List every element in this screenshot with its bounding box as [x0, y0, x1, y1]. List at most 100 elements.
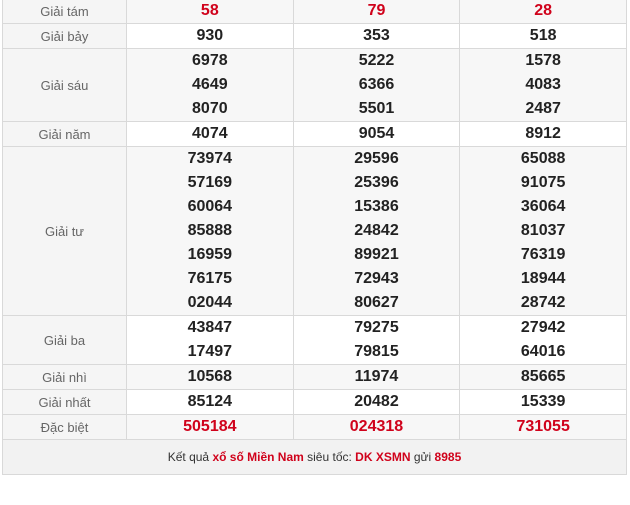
- footer-sms-number: 8985: [434, 450, 462, 464]
- prize-number: 36064: [520, 198, 566, 215]
- prize-number: 79275: [354, 319, 399, 336]
- prize-cell: 9054: [292, 121, 461, 147]
- prize-label: Giải tám: [2, 0, 127, 24]
- results-body: Giải tám 58 79 28 Giải bảy 930 353 518 Giải sáu 6…: [2, 0, 627, 440]
- footer-row: Kết quả xổ số Miền Nam siêu tốc: DK XSMN…: [2, 439, 627, 475]
- prize-number: 17497: [187, 343, 233, 360]
- prize-number: 28: [534, 2, 553, 19]
- prize-number: 731055: [516, 418, 570, 435]
- prize-cell: 8912: [459, 121, 627, 147]
- prize-cell: 27942 64016: [459, 315, 627, 365]
- prize-number: 4083: [525, 76, 561, 93]
- prize-cell: 505184: [126, 414, 294, 440]
- prize-number: 10568: [187, 368, 233, 385]
- prize-cell: 29596 25396 15386 24842 89921 72943 80627: [292, 146, 461, 316]
- prize-row: Giải bảy 930 353 518: [2, 23, 627, 49]
- prize-cell: 024318: [292, 414, 461, 440]
- prize-label: Giải nhì: [2, 364, 127, 390]
- prize-number: 4074: [192, 125, 228, 142]
- prize-number: 505184: [183, 418, 237, 435]
- prize-cell: 353: [292, 23, 461, 49]
- prize-number: 518: [529, 27, 557, 44]
- prize-label: Giải ba: [2, 315, 127, 365]
- footer-link-xsmn[interactable]: xổ số Miền Nam: [212, 450, 303, 464]
- prize-row: Giải năm 4074 9054 8912: [2, 121, 627, 147]
- prize-cell: 28: [459, 0, 627, 24]
- prize-label: Giải năm: [2, 121, 127, 147]
- prize-number: 65088: [520, 150, 566, 167]
- prize-number: 8912: [525, 125, 561, 142]
- prize-number: 76319: [520, 246, 566, 263]
- prize-label: Giải bảy: [2, 23, 127, 49]
- prize-cell: 930: [126, 23, 294, 49]
- prize-number: 8070: [192, 100, 228, 117]
- prize-number: 1578: [525, 52, 561, 69]
- prize-cell: 15339: [459, 389, 627, 415]
- footer-sms-code: DK XSMN: [355, 450, 411, 464]
- prize-row: Giải nhì 10568 11974 85665: [2, 364, 627, 390]
- prize-row: Giải nhất 85124 20482 15339: [2, 389, 627, 415]
- prize-number: 18944: [520, 270, 566, 287]
- prize-label: Giải nhất: [2, 389, 127, 415]
- footer-prefix: Kết quả: [167, 450, 213, 464]
- prize-cell: 65088 91075 36064 81037 76319 18944 28742: [459, 146, 627, 316]
- prize-number: 16959: [187, 246, 233, 263]
- prize-cell: 43847 17497: [126, 315, 294, 365]
- prize-cell: 6978 4649 8070: [126, 48, 294, 122]
- prize-number: 20482: [354, 393, 399, 410]
- prize-number: 79815: [354, 343, 399, 360]
- prize-number: 6366: [358, 76, 395, 93]
- prize-number: 43847: [187, 319, 233, 336]
- prize-number: 89921: [354, 246, 399, 263]
- prize-number: 76175: [187, 270, 233, 287]
- prize-number: 15386: [354, 198, 399, 215]
- prize-number: 24842: [354, 222, 399, 239]
- prize-number: 353: [363, 27, 390, 44]
- prize-number: 5222: [358, 52, 395, 69]
- prize-number: 28742: [520, 294, 566, 311]
- prize-cell: 5222 6366 5501: [292, 48, 461, 122]
- prize-number: 29596: [354, 150, 399, 167]
- prize-row: Đặc biệt 505184 024318 731055: [2, 414, 627, 440]
- lottery-results-table: Giải tám 58 79 28 Giải bảy 930 353 518 Giải sáu 6…: [2, 0, 627, 475]
- prize-number: 57169: [187, 174, 233, 191]
- footer-send-word: gửi: [410, 450, 435, 464]
- prize-number: 73974: [187, 150, 233, 167]
- prize-cell: 11974: [292, 364, 461, 390]
- prize-row: Giải tư 73974 57169 60064 85888 16959 76175 020…: [2, 146, 627, 316]
- prize-number: 79: [367, 2, 386, 19]
- prize-cell: 4074: [126, 121, 294, 147]
- prize-number: 64016: [520, 343, 566, 360]
- footer-cell: Kết quả xổ số Miền Nam siêu tốc: DK XSMN…: [2, 439, 627, 475]
- prize-number: 930: [196, 27, 224, 44]
- prize-number: 02044: [187, 294, 233, 311]
- prize-number: 2487: [525, 100, 561, 117]
- prize-number: 9054: [358, 125, 395, 142]
- prize-cell: 20482: [292, 389, 461, 415]
- prize-cell: 58: [126, 0, 294, 24]
- prize-number: 6978: [192, 52, 228, 69]
- prize-cell: 79275 79815: [292, 315, 461, 365]
- prize-label: Giải sáu: [2, 48, 127, 122]
- prize-number: 91075: [520, 174, 566, 191]
- prize-number: 60064: [187, 198, 233, 215]
- prize-cell: 518: [459, 23, 627, 49]
- prize-cell: 79: [292, 0, 461, 24]
- prize-number: 81037: [520, 222, 566, 239]
- prize-row: Giải sáu 6978 4649 8070 5222 6366 5501 1578 4083…: [2, 48, 627, 122]
- prize-number: 72943: [354, 270, 399, 287]
- prize-row: Giải ba 43847 17497 79275 79815 27942 64016: [2, 315, 627, 365]
- prize-cell: 85665: [459, 364, 627, 390]
- prize-row: Giải tám 58 79 28: [2, 0, 627, 24]
- prize-cell: 73974 57169 60064 85888 16959 76175 02044: [126, 146, 294, 316]
- prize-cell: 731055: [459, 414, 627, 440]
- prize-number: 25396: [354, 174, 399, 191]
- prize-number: 024318: [349, 418, 404, 435]
- prize-number: 27942: [520, 319, 566, 336]
- prize-number: 4649: [192, 76, 228, 93]
- prize-number: 15339: [520, 393, 566, 410]
- footer-middle: siêu tốc:: [303, 450, 356, 464]
- prize-number: 5501: [358, 100, 395, 117]
- prize-cell: 1578 4083 2487: [459, 48, 627, 122]
- prize-number: 80627: [354, 294, 399, 311]
